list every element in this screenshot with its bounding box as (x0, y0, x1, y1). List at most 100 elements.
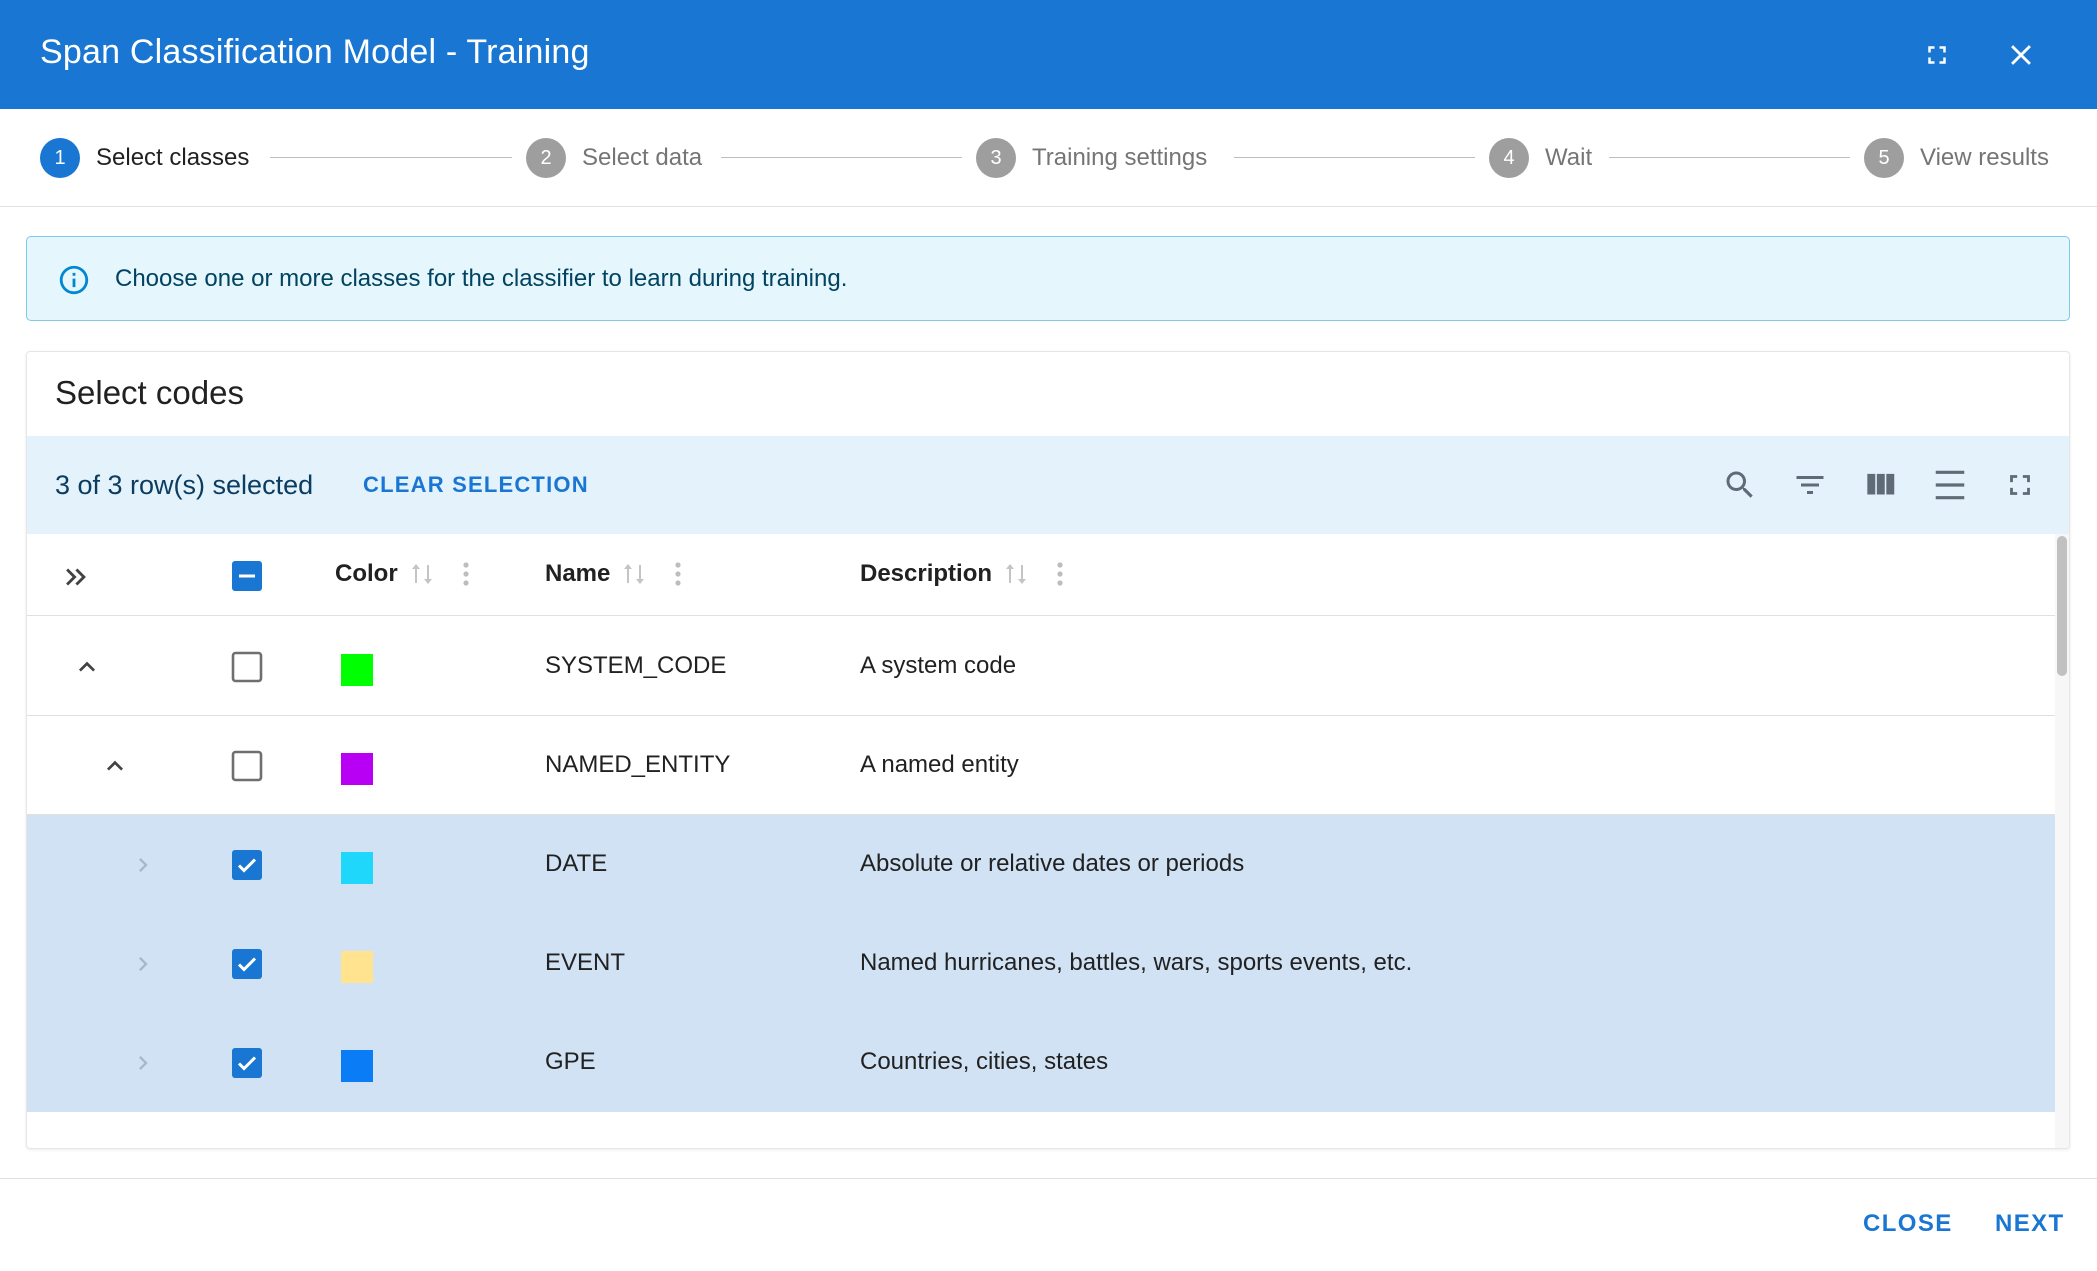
dialog-header: Span Classification Model - Training (0, 0, 2097, 109)
columns-button[interactable] (1857, 462, 1903, 508)
step-view-results[interactable]: 5 View results (1864, 137, 2049, 179)
double-chevron-right-icon (66, 568, 86, 586)
select-codes-card: Select codes 3 of 3 row(s) selected CLEA… (26, 351, 2070, 1149)
table-row[interactable]: GPE Countries, cities, states (27, 1013, 2055, 1112)
row-name: DATE (545, 850, 608, 877)
column-label: Color (335, 560, 398, 587)
view-column-icon (1867, 473, 1895, 495)
color-swatch (341, 951, 373, 983)
close-icon (2011, 45, 2031, 65)
color-swatch (341, 852, 373, 884)
indeterminate-checkbox-icon (232, 561, 262, 591)
row-description: Absolute or relative dates or periods (860, 850, 1245, 877)
column-menu-icon[interactable] (1056, 560, 1064, 588)
training-dialog: Span Classification Model - Training 1 S… (0, 0, 2097, 1271)
fullscreen-button[interactable] (1910, 28, 1964, 82)
step-connector (270, 157, 512, 158)
row-expand-button[interactable] (123, 845, 163, 885)
close-dialog-button[interactable] (1994, 28, 2048, 82)
sort-icon[interactable] (410, 560, 434, 588)
table-header: Color Name Description (27, 534, 2055, 616)
table-row[interactable]: EVENT Named hurricanes, battles, wars, sp… (27, 914, 2055, 1013)
row-description: A named entity (860, 751, 1019, 778)
unchecked-checkbox-icon (231, 750, 263, 782)
row-checkbox[interactable] (231, 849, 263, 881)
column-menu-icon[interactable] (462, 560, 470, 588)
column-menu-icon[interactable] (674, 560, 682, 588)
row-checkbox[interactable] (231, 948, 263, 980)
clear-selection-button[interactable]: CLEAR SELECTION (363, 470, 589, 500)
step-training-settings[interactable]: 3 Training settings (976, 137, 1207, 179)
step-number: 3 (976, 138, 1016, 178)
column-label: Description (860, 560, 993, 587)
table-fullscreen-button[interactable] (1997, 462, 2043, 508)
step-number: 5 (1864, 138, 1904, 178)
density-icon (1935, 470, 1965, 500)
column-label: Name (545, 560, 611, 587)
row-description: Countries, cities, states (860, 1048, 1109, 1075)
row-checkbox[interactable] (231, 651, 263, 683)
info-icon (59, 265, 89, 295)
expand-all-button[interactable] (59, 560, 93, 599)
select-all-checkbox[interactable] (231, 560, 263, 597)
next-button[interactable]: NEXT (1995, 1209, 2065, 1239)
info-alert: Choose one or more classes for the class… (26, 236, 2070, 321)
checked-checkbox-icon (232, 850, 262, 880)
step-number: 1 (40, 138, 80, 178)
step-label: Training settings (1032, 144, 1208, 171)
row-description: A system code (860, 652, 1017, 679)
checked-checkbox-icon (232, 1048, 262, 1078)
row-checkbox[interactable] (231, 1047, 263, 1079)
table-row[interactable]: NAMED_ENTITY A named entity (27, 716, 2055, 815)
row-name: SYSTEM_CODE (545, 652, 727, 679)
step-wait[interactable]: 4 Wait (1489, 137, 1592, 179)
table-row[interactable]: SYSTEM_CODE A system code (27, 617, 2055, 716)
chevron-right-icon (139, 858, 148, 872)
color-swatch (341, 654, 373, 686)
step-label: Wait (1545, 144, 1593, 171)
table-scrollbar[interactable] (2057, 536, 2067, 676)
step-connector (1234, 157, 1475, 158)
close-button[interactable]: CLOSE (1863, 1209, 1953, 1239)
unchecked-checkbox-icon (231, 651, 263, 683)
column-header-name[interactable]: Name (545, 558, 682, 590)
chevron-up-icon (107, 760, 123, 771)
step-label: Select classes (96, 144, 250, 171)
card-title: Select codes (55, 374, 244, 411)
step-number: 2 (526, 138, 566, 178)
row-expand-button[interactable] (95, 746, 135, 786)
search-icon (1726, 471, 1753, 498)
row-description: Named hurricanes, battles, wars, sports … (860, 949, 1413, 976)
column-header-description[interactable]: Description (860, 558, 1064, 590)
row-name: GPE (545, 1048, 596, 1075)
selection-count: 3 of 3 row(s) selected (55, 470, 314, 500)
step-connector (721, 157, 962, 158)
fullscreen-icon (1928, 46, 1946, 64)
filter-icon (1796, 476, 1824, 494)
step-label: View results (1920, 144, 2049, 171)
sort-icon[interactable] (1004, 560, 1028, 588)
alert-text: Choose one or more classes for the class… (115, 265, 848, 292)
step-select-data[interactable]: 2 Select data (526, 137, 702, 179)
dialog-footer: CLOSE NEXT (0, 1178, 2097, 1271)
row-checkbox[interactable] (231, 750, 263, 782)
chevron-right-icon (139, 1056, 148, 1070)
step-number: 4 (1489, 138, 1529, 178)
row-expand-button[interactable] (67, 647, 107, 687)
step-label: Select data (582, 144, 703, 171)
sort-icon[interactable] (622, 560, 646, 588)
row-expand-button[interactable] (123, 944, 163, 984)
chevron-up-icon (79, 661, 95, 672)
row-expand-button[interactable] (123, 1043, 163, 1083)
chevron-right-icon (139, 957, 148, 971)
filter-button[interactable] (1787, 462, 1833, 508)
selection-toolbar: 3 of 3 row(s) selected CLEAR SELECTION (27, 436, 2069, 534)
step-select-classes[interactable]: 1 Select classes (40, 137, 249, 179)
stepper: 1 Select classes 2 Select data 3 Trainin… (0, 109, 2097, 207)
search-button[interactable] (1717, 462, 1763, 508)
column-header-color[interactable]: Color (335, 558, 470, 590)
table-row[interactable]: DATE Absolute or relative dates or period… (27, 815, 2055, 914)
row-name: EVENT (545, 949, 626, 976)
dialog-title: Span Classification Model - Training (40, 33, 590, 71)
density-button[interactable] (1927, 462, 1973, 508)
